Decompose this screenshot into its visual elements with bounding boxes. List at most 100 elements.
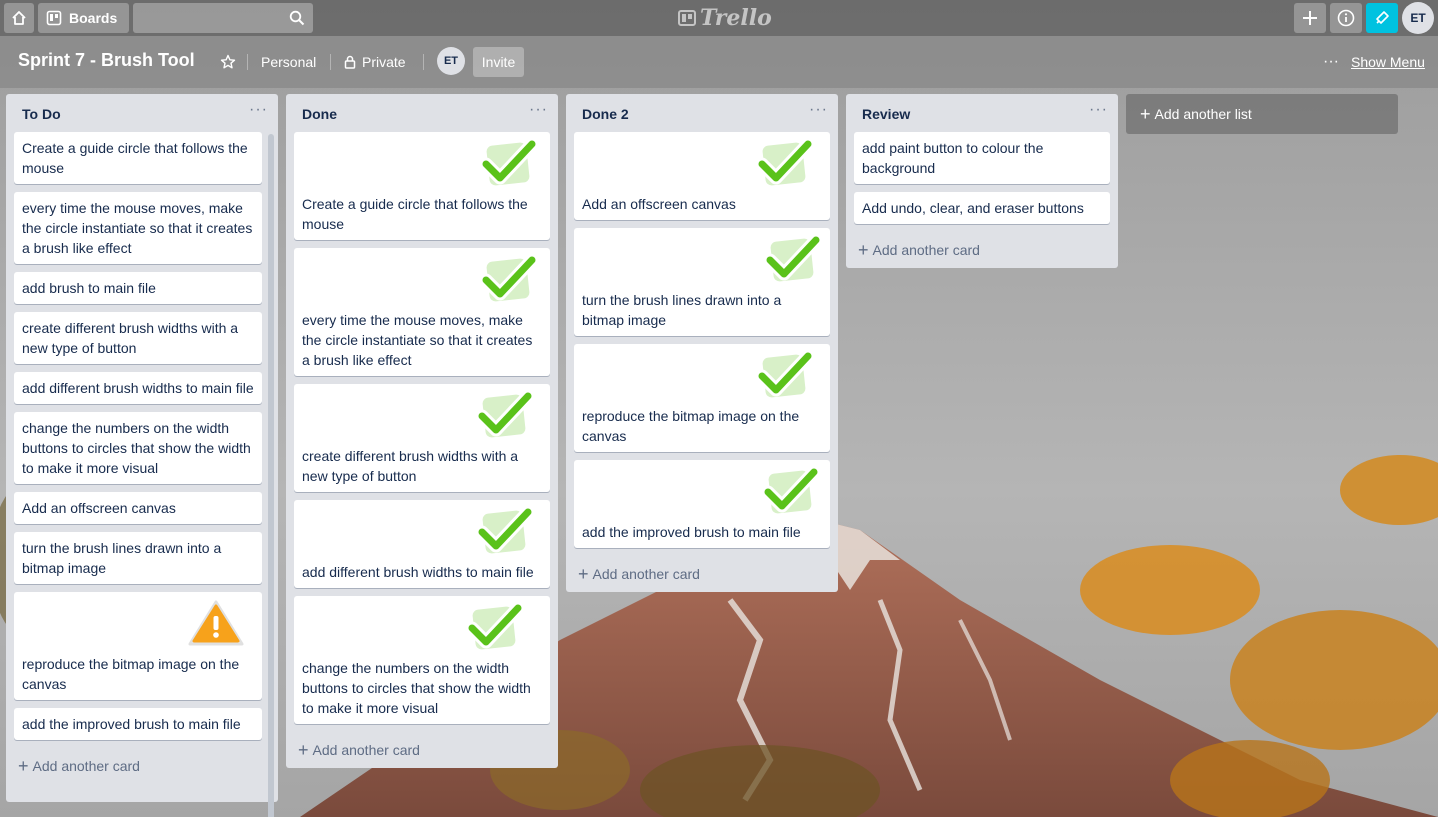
plus-icon: + — [18, 756, 29, 776]
top-navigation-bar: Boards Trello ET — [0, 0, 1438, 36]
add-card-label: Add another card — [592, 566, 700, 582]
plus-icon: + — [858, 240, 869, 260]
card[interactable]: turn the brush lines drawn into a bitmap… — [574, 228, 830, 336]
card-title: Add an offscreen canvas — [582, 196, 736, 212]
invite-button[interactable]: Invite — [473, 47, 524, 77]
search-input[interactable] — [133, 3, 313, 33]
list-title[interactable]: Review — [862, 106, 910, 122]
user-avatar[interactable]: ET — [1402, 2, 1434, 34]
lock-icon — [344, 55, 356, 69]
card[interactable]: add brush to main file — [14, 272, 262, 304]
card-title: Add undo, clear, and eraser buttons — [862, 200, 1084, 216]
info-icon — [1337, 9, 1355, 27]
trello-logo-text: Trello — [700, 5, 772, 31]
card[interactable]: every time the mouse moves, make the cir… — [14, 192, 262, 264]
boards-label: Boards — [69, 10, 118, 26]
card[interactable]: every time the mouse moves, make the cir… — [294, 248, 550, 376]
list-done: Done ··· Create a guide circle that foll… — [286, 94, 558, 768]
list-review: Review ··· add paint button to colour th… — [846, 94, 1118, 268]
board-header: Sprint 7 - Brush Tool Personal Private ·… — [0, 36, 1438, 88]
show-menu-button[interactable]: ··· Show Menu — [1323, 47, 1425, 77]
card-title: Create a guide circle that follows the m… — [22, 140, 248, 176]
card-title: turn the brush lines drawn into a bitmap… — [22, 540, 222, 576]
card[interactable]: add the improved brush to main file — [574, 460, 830, 548]
list-menu-icon[interactable]: ··· — [529, 101, 548, 119]
add-card-button[interactable]: + Add another card — [6, 748, 278, 784]
warning-icon — [188, 600, 244, 646]
add-card-label: Add another card — [312, 742, 420, 758]
info-button[interactable] — [1330, 3, 1362, 33]
card[interactable]: add different brush widths to main file — [294, 500, 550, 588]
checkmark-icon — [480, 254, 538, 302]
list-title[interactable]: Done 2 — [582, 106, 629, 122]
list-done-2: Done 2 ··· Add an offscreen canvas turn … — [566, 94, 838, 592]
card-title: change the numbers on the width buttons … — [22, 420, 251, 476]
card-title: add the improved brush to main file — [582, 524, 801, 540]
card[interactable]: add the improved brush to main file — [14, 708, 262, 740]
card[interactable]: Create a guide circle that follows the m… — [294, 132, 550, 240]
star-icon — [220, 54, 236, 69]
show-menu-label: Show Menu — [1350, 54, 1425, 70]
plus-icon — [1303, 11, 1317, 25]
card-title: reproduce the bitmap image on the canvas — [582, 408, 800, 444]
checkmark-icon — [756, 350, 814, 398]
card[interactable]: Add undo, clear, and eraser buttons — [854, 192, 1110, 224]
trello-logo[interactable]: Trello — [678, 5, 772, 31]
card-title: Create a guide circle that follows the m… — [302, 196, 528, 232]
board-member-avatar[interactable]: ET — [437, 47, 465, 75]
list-title[interactable]: Done — [302, 106, 337, 122]
add-card-button[interactable]: + Add another card — [846, 232, 1118, 268]
create-button[interactable] — [1294, 3, 1326, 33]
card-title: every time the mouse moves, make the cir… — [302, 312, 533, 368]
card-container: Add an offscreen canvas turn the brush l… — [566, 132, 838, 548]
card-title: add brush to main file — [22, 280, 156, 296]
add-list-label: Add another list — [1154, 106, 1252, 122]
card[interactable]: reproduce the bitmap image on the canvas — [14, 592, 262, 700]
add-card-label: Add another card — [872, 242, 980, 258]
star-board-button[interactable] — [218, 47, 238, 77]
card[interactable]: add different brush widths to main file — [14, 372, 262, 404]
card-title: create different brush widths with a new… — [302, 448, 519, 484]
checkmark-icon — [476, 390, 534, 438]
plus-icon: + — [298, 740, 309, 760]
privacy-button[interactable]: Private — [344, 47, 406, 77]
add-card-button[interactable]: + Add another card — [566, 556, 838, 592]
boards-button[interactable]: Boards — [38, 3, 129, 33]
list-header: Done 2 ··· — [566, 94, 838, 132]
board-title[interactable]: Sprint 7 - Brush Tool — [18, 50, 195, 71]
list-scrollbar[interactable] — [268, 134, 274, 817]
card[interactable]: Add an offscreen canvas — [14, 492, 262, 524]
card-title: every time the mouse moves, make the cir… — [22, 200, 253, 256]
card-title: add paint button to colour the backgroun… — [862, 140, 1044, 176]
trello-logo-icon — [678, 10, 696, 26]
home-button[interactable] — [4, 3, 34, 33]
card[interactable]: reproduce the bitmap image on the canvas — [574, 344, 830, 452]
card[interactable]: turn the brush lines drawn into a bitmap… — [14, 532, 262, 584]
privacy-label: Private — [362, 54, 406, 70]
bell-icon — [1376, 11, 1389, 24]
card-title: create different brush widths with a new… — [22, 320, 239, 356]
list-menu-icon[interactable]: ··· — [1089, 101, 1108, 119]
card-title: add different brush widths to main file — [302, 564, 534, 580]
list-menu-icon[interactable]: ··· — [809, 101, 828, 119]
notifications-button[interactable] — [1366, 3, 1398, 33]
search-icon — [289, 10, 305, 26]
divider — [247, 54, 248, 70]
list-menu-icon[interactable]: ··· — [249, 101, 268, 119]
card[interactable]: create different brush widths with a new… — [294, 384, 550, 492]
list-title[interactable]: To Do — [22, 106, 61, 122]
card-title: change the numbers on the width buttons … — [302, 660, 531, 716]
card[interactable]: change the numbers on the width buttons … — [14, 412, 262, 484]
card[interactable]: add paint button to colour the backgroun… — [854, 132, 1110, 184]
list-header: Done ··· — [286, 94, 558, 132]
card[interactable]: create different brush widths with a new… — [14, 312, 262, 364]
team-visibility-button[interactable]: Personal — [261, 47, 316, 77]
card-container: Create a guide circle that follows the m… — [286, 132, 558, 724]
card-title: turn the brush lines drawn into a bitmap… — [582, 292, 782, 328]
add-list-button[interactable]: + Add another list — [1126, 94, 1398, 134]
card[interactable]: change the numbers on the width buttons … — [294, 596, 550, 724]
card[interactable]: Add an offscreen canvas — [574, 132, 830, 220]
card[interactable]: Create a guide circle that follows the m… — [14, 132, 262, 184]
card-container: Create a guide circle that follows the m… — [6, 132, 278, 740]
add-card-button[interactable]: + Add another card — [286, 732, 558, 768]
